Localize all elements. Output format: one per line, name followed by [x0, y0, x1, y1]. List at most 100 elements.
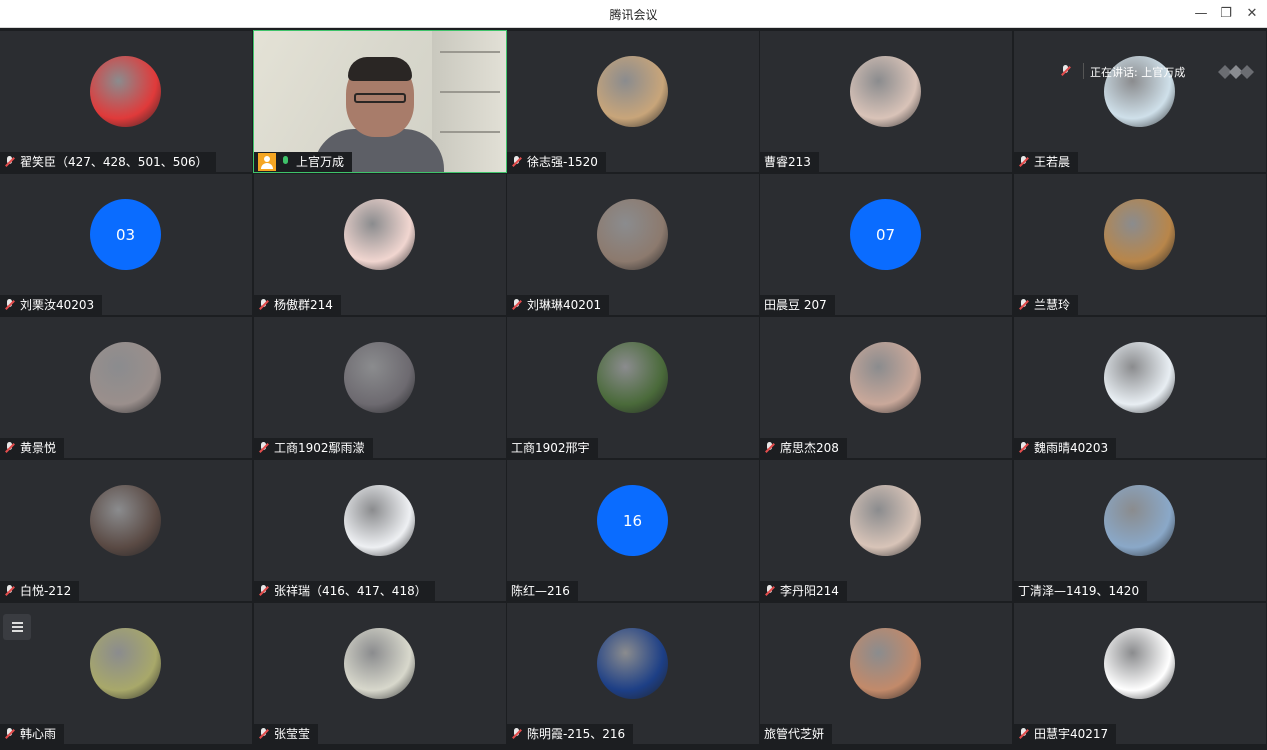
- participant-tile[interactable]: 工商1902邢宇: [507, 317, 759, 458]
- participant-name-label: 白悦-212: [0, 581, 80, 601]
- avatar: [90, 56, 161, 127]
- avatar: 07: [850, 199, 921, 270]
- participant-tile[interactable]: 16 陈红—216: [507, 460, 759, 601]
- tencent-meeting-logo-icon: [1218, 65, 1254, 79]
- participant-tile[interactable]: 杨傲群214: [254, 174, 506, 315]
- avatar: [344, 485, 415, 556]
- participant-name-label: 刘栗汝40203: [0, 295, 103, 315]
- participant-tile[interactable]: 上官万成: [253, 30, 507, 173]
- participant-name: 田晨豆 207: [764, 298, 827, 312]
- participant-name-label: 旅管代芝妍: [760, 724, 833, 744]
- participant-name: 旅管代芝妍: [764, 727, 825, 741]
- divider: [1083, 63, 1084, 79]
- participant-tile[interactable]: 张莹莹: [254, 603, 506, 744]
- muted-mic-icon: [511, 727, 523, 741]
- participant-name: 黄景悦: [20, 441, 57, 455]
- muted-mic-icon: [4, 441, 16, 455]
- participant-name: 田慧宇40217: [1034, 727, 1109, 741]
- participant-name-label: 上官万成: [254, 152, 353, 172]
- muted-mic-icon: [511, 155, 523, 169]
- participant-name: 张祥瑞（416、417、418）: [274, 584, 427, 598]
- muted-mic-icon: [258, 727, 270, 741]
- minimize-icon[interactable]: —: [1190, 3, 1212, 25]
- avatar: [90, 485, 161, 556]
- participant-name-label: 徐志强-1520: [507, 152, 606, 172]
- participant-name-label: 曹睿213: [760, 152, 819, 172]
- participant-tile[interactable]: 李丹阳214: [760, 460, 1012, 601]
- participant-tile[interactable]: 翟笑臣（427、428、501、506）: [0, 31, 252, 172]
- muted-mic-icon: [1018, 155, 1030, 169]
- participant-tile[interactable]: 旅管代芝妍: [760, 603, 1012, 744]
- muted-mic-icon: [511, 298, 523, 312]
- participant-name: 韩心雨: [20, 727, 57, 741]
- avatar: [597, 56, 668, 127]
- participant-tile[interactable]: 黄景悦: [0, 317, 252, 458]
- participant-tile[interactable]: 魏雨晴40203: [1014, 317, 1266, 458]
- participant-name: 白悦-212: [20, 584, 72, 598]
- host-badge-icon: [258, 153, 276, 171]
- participant-name-label: 黄景悦: [0, 438, 65, 458]
- participant-name: 兰慧玲: [1034, 298, 1071, 312]
- participant-grid: 翟笑臣（427、428、501、506） 上官万成 徐志强-1520 曹睿213 王若晨…: [0, 30, 1267, 744]
- participant-list-toggle-icon[interactable]: [3, 614, 31, 640]
- participant-tile[interactable]: 03 刘栗汝40203: [0, 174, 252, 315]
- participant-tile[interactable]: 07 田晨豆 207: [760, 174, 1012, 315]
- participant-name-label: 工商1902鄢雨濛: [254, 438, 373, 458]
- participant-name-label: 刘琳琳40201: [507, 295, 610, 315]
- avatar-initials: 16: [622, 511, 643, 530]
- participant-name: 魏雨晴40203: [1034, 441, 1109, 455]
- window-title: 腾讯会议: [609, 8, 658, 22]
- avatar: 16: [597, 485, 668, 556]
- participant-name-label: 田慧宇40217: [1014, 724, 1117, 744]
- avatar: [597, 628, 668, 699]
- mic-on-icon: [280, 155, 292, 169]
- participant-tile[interactable]: 兰慧玲: [1014, 174, 1266, 315]
- participant-name: 陈红—216: [511, 584, 570, 598]
- participant-tile[interactable]: 丁清泽—1419、1420: [1014, 460, 1266, 601]
- restore-icon[interactable]: ❐: [1215, 3, 1237, 25]
- avatar: [850, 342, 921, 413]
- participant-name-label: 魏雨晴40203: [1014, 438, 1117, 458]
- participant-tile[interactable]: 陈明霞-215、216: [507, 603, 759, 744]
- avatar: [90, 628, 161, 699]
- participant-name-label: 陈明霞-215、216: [507, 724, 634, 744]
- muted-mic-icon: [1060, 64, 1072, 78]
- avatar: [344, 342, 415, 413]
- muted-mic-icon: [764, 441, 776, 455]
- participant-tile[interactable]: 曹睿213: [760, 31, 1012, 172]
- participant-name: 上官万成: [296, 155, 345, 169]
- speaking-indicator: 正在讲话: 上官万成: [1056, 31, 1267, 111]
- participant-tile[interactable]: 白悦-212: [0, 460, 252, 601]
- close-icon[interactable]: ✕: [1241, 3, 1263, 25]
- participant-name-label: 工商1902邢宇: [507, 438, 598, 458]
- participant-name-label: 兰慧玲: [1014, 295, 1079, 315]
- participant-name: 刘栗汝40203: [20, 298, 95, 312]
- avatar: [1104, 628, 1175, 699]
- speaking-text: 正在讲话: 上官万成: [1090, 66, 1186, 79]
- participant-name: 丁清泽—1419、1420: [1018, 584, 1140, 598]
- participant-name: 曹睿213: [764, 155, 811, 169]
- participant-name-label: 丁清泽—1419、1420: [1014, 581, 1148, 601]
- participant-tile[interactable]: 韩心雨: [0, 603, 252, 744]
- participant-name-label: 韩心雨: [0, 724, 65, 744]
- participant-name: 徐志强-1520: [527, 155, 598, 169]
- participant-tile[interactable]: 刘琳琳40201: [507, 174, 759, 315]
- participant-tile[interactable]: 田慧宇40217: [1014, 603, 1266, 744]
- avatar: [597, 199, 668, 270]
- participant-tile[interactable]: 工商1902鄢雨濛: [254, 317, 506, 458]
- participant-tile[interactable]: 张祥瑞（416、417、418）: [254, 460, 506, 601]
- muted-mic-icon: [4, 584, 16, 598]
- muted-mic-icon: [1018, 298, 1030, 312]
- muted-mic-icon: [1018, 727, 1030, 741]
- participant-name-label: 张祥瑞（416、417、418）: [254, 581, 435, 601]
- avatar: [344, 199, 415, 270]
- avatar: [850, 628, 921, 699]
- participant-name-label: 陈红—216: [507, 581, 578, 601]
- participant-tile[interactable]: 席思杰208: [760, 317, 1012, 458]
- muted-mic-icon: [258, 298, 270, 312]
- participant-name: 陈明霞-215、216: [527, 727, 626, 741]
- participant-tile[interactable]: 徐志强-1520: [507, 31, 759, 172]
- avatar: [1104, 199, 1175, 270]
- title-bar: 腾讯会议 — ❐ ✕: [0, 0, 1267, 28]
- participant-name-label: 杨傲群214: [254, 295, 341, 315]
